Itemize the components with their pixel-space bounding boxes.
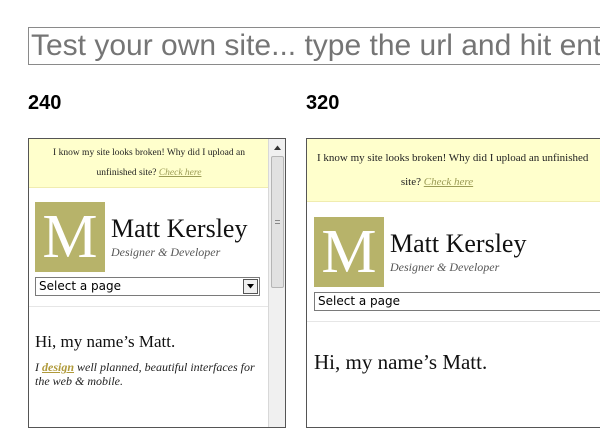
site-name: Matt Kersley (111, 213, 248, 243)
site-header: M Matt Kersley Designer & Developer (307, 202, 600, 287)
logo[interactable]: M (35, 202, 105, 272)
grip-icon (275, 220, 280, 224)
page-select-value: Select a page (318, 294, 400, 308)
logo[interactable]: M (314, 217, 384, 287)
preview-frame-240[interactable]: I know my site looks broken! Why did I u… (28, 138, 286, 428)
divider (307, 321, 600, 322)
divider (29, 306, 269, 307)
intro-text: I design well planned, beautiful interfa… (35, 360, 255, 388)
width-label-240: 240 (28, 92, 62, 114)
vertical-scrollbar[interactable] (268, 139, 285, 427)
notice-text-end: site? (400, 176, 422, 188)
dropdown-arrow-icon[interactable] (243, 279, 258, 294)
page-select-value: Select a page (39, 279, 121, 293)
url-input[interactable] (28, 27, 600, 65)
page-select[interactable]: Select a page (35, 277, 260, 296)
site-header: M Matt Kersley Designer & Developer (29, 188, 269, 272)
scroll-up-arrow-icon[interactable] (269, 139, 285, 155)
site-tagline: Designer & Developer (111, 244, 221, 259)
scrollbar-thumb[interactable] (271, 156, 284, 288)
notice-banner: I know my site looks broken! Why did I u… (307, 139, 600, 202)
design-link[interactable]: design (42, 360, 74, 374)
check-here-link[interactable]: Check here (159, 168, 202, 178)
preview-viewport-320: I know my site looks broken! Why did I u… (307, 139, 600, 427)
greeting-heading: Hi, my name’s Matt. (314, 350, 488, 374)
page-select[interactable]: Select a page (314, 292, 600, 311)
check-here-link[interactable]: Check here (424, 176, 473, 188)
preview-frame-320[interactable]: I know my site looks broken! Why did I u… (306, 138, 600, 428)
site-tagline: Designer & Developer (390, 259, 500, 274)
preview-viewport-240: I know my site looks broken! Why did I u… (29, 139, 269, 427)
site-name: Matt Kersley (390, 228, 527, 258)
greeting-heading: Hi, my name’s Matt. (35, 332, 176, 351)
intro-prefix: I (35, 360, 42, 374)
notice-banner: I know my site looks broken! Why did I u… (29, 139, 269, 188)
width-label-320: 320 (306, 92, 340, 114)
notice-text: I know my site looks broken! Why did I u… (53, 148, 245, 178)
notice-text: I know my site looks broken! Why did I u… (317, 152, 589, 164)
